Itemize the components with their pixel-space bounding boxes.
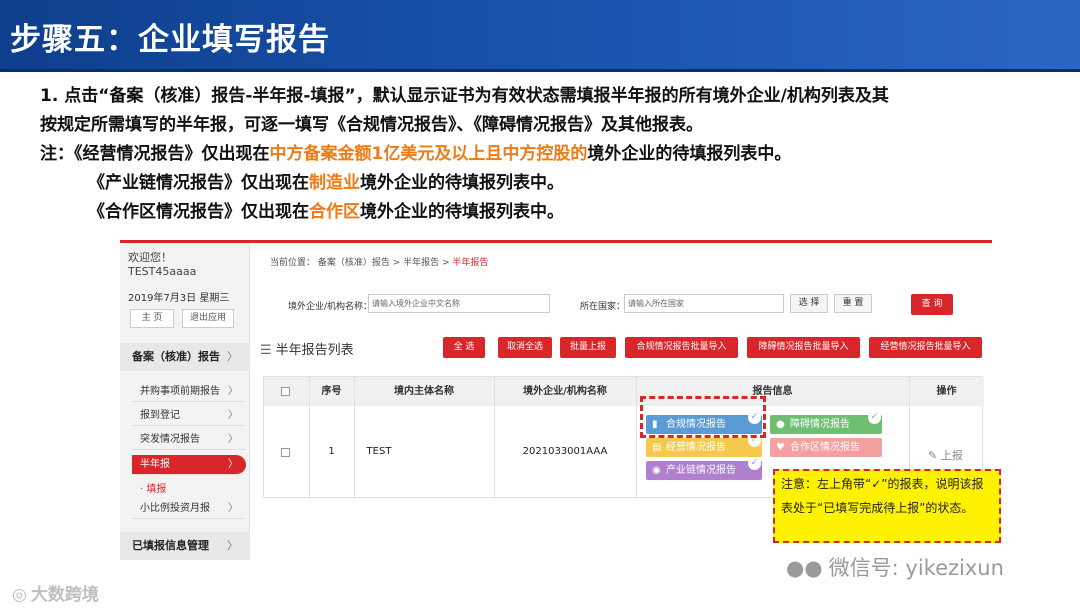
callout-note: 注意：左上角带“✓”的报表，说明该报表处于“已填写完成待上报”的状态。 <box>773 469 1001 543</box>
edit-icon: ✎ <box>928 449 941 462</box>
logout-button[interactable]: 退出应用 <box>182 309 234 328</box>
sidebar-item-merger[interactable]: 并购事项前期报告〉 <box>132 382 246 402</box>
chart-icon: ▤ <box>652 442 662 453</box>
brand-watermark: ◎ 大数跨境 <box>12 585 99 605</box>
company-label: 境外企业/机构名称： <box>288 302 373 312</box>
sidebar-item-halfyear[interactable]: 半年报〉 <box>132 455 246 475</box>
sidebar-item-register[interactable]: 报到登记〉 <box>132 406 246 426</box>
slide-title: 步骤五：企业填写报告 <box>10 22 330 58</box>
note-line-2: 《产业链情况报告》仅出现在制造业境外企业的待填报列表中。 <box>88 173 564 193</box>
sidebar-subitem-fill[interactable]: · 填报 <box>140 480 166 495</box>
sidebar-group-filing[interactable]: 备案（核准）报告〉 <box>120 343 250 371</box>
operation-import-button[interactable]: 经营情况报告批量导入 <box>869 337 982 358</box>
info-icon: ● <box>776 419 785 430</box>
list-title: ☰ 半年报告列表 <box>260 343 354 358</box>
company-input[interactable]: 请输入境外企业中文名称 <box>368 294 550 313</box>
circle-icon: ◉ <box>652 465 661 476</box>
header-domestic: 境内主体名称 <box>394 386 454 397</box>
obstacle-report-button[interactable]: ● 障碍情况报告 ✓ <box>770 411 882 434</box>
table-header: 序号 境内主体名称 境外企业/机构名称 报告信息 操作 <box>264 377 984 406</box>
heart-icon: ♥ <box>776 442 785 453</box>
brand-logo-icon: ◎ <box>12 585 27 605</box>
intro-line-1: 1. 点击“备案（核准）报告-半年报-填报”，默认显示证书为有效状态需填报半年报… <box>40 86 889 106</box>
select-all-button[interactable]: 全 选 <box>443 337 485 358</box>
row-index: 1 <box>328 446 335 457</box>
chevron-right-icon: 〉 <box>228 410 238 421</box>
country-input[interactable]: 请输入所在国家 <box>624 294 784 313</box>
highlight-box <box>640 396 766 438</box>
highlight-text: 制造业 <box>309 173 360 193</box>
wechat-icon: ●● <box>786 556 823 580</box>
note-line-3: 《合作区情况报告》仅出现在合作区境外企业的待填报列表中。 <box>88 202 564 222</box>
highlight-text: 中方备案金额1亿美元及以上且中方控股的 <box>269 144 588 164</box>
sidebar-item-monthly[interactable]: 小比例投资月报〉 <box>132 499 246 519</box>
sidebar: 欢迎您！ TEST45aaaa 2019年7月3日 星期三 主 页 退出应用 备案… <box>120 243 250 560</box>
check-icon: ✓ <box>748 457 761 470</box>
select-all-checkbox[interactable] <box>281 387 290 396</box>
row-domestic: TEST <box>366 446 392 457</box>
slide-header: 步骤五：企业填写报告 <box>0 0 1080 72</box>
operation-report-button[interactable]: ▤ 经营情况报告 ✓ <box>646 434 762 457</box>
chevron-right-icon: 〉 <box>228 386 238 397</box>
reset-button[interactable]: 重 置 <box>834 294 872 313</box>
chevron-right-icon: 〉 <box>228 503 238 514</box>
select-button[interactable]: 选 择 <box>790 294 828 313</box>
list-icon: ☰ <box>260 343 272 358</box>
compliance-import-button[interactable]: 合规情况报告批量导入 <box>625 337 738 358</box>
breadcrumb: 当前位置： 备案（核准）报告 > 半年报告 > 半年报告 <box>270 258 489 268</box>
wechat-watermark: ●● 微信号: yikezixun <box>786 556 1004 580</box>
row-overseas: 2021033001AAA <box>522 446 608 457</box>
row-checkbox[interactable] <box>281 448 290 457</box>
chevron-right-icon: 〉 <box>228 434 238 445</box>
check-icon: ✓ <box>868 411 881 424</box>
batch-submit-button[interactable]: 批量上报 <box>560 337 616 358</box>
search-button[interactable]: 查 询 <box>911 294 953 315</box>
chevron-right-icon: 〉 <box>228 459 238 470</box>
chevron-right-icon: 〉 <box>227 350 238 363</box>
cooperation-zone-report-button[interactable]: ♥ 合作区情况报告 <box>770 438 882 457</box>
note-line-1: 注：《经营情况报告》仅出现在中方备案金额1亿美元及以上且中方控股的境外企业的待填… <box>40 144 792 164</box>
home-button[interactable]: 主 页 <box>130 309 174 328</box>
upload-button[interactable]: ✎ 上报 <box>928 447 963 463</box>
industry-chain-report-button[interactable]: ◉ 产业链情况报告 ✓ <box>646 457 762 480</box>
chevron-right-icon: 〉 <box>227 539 238 552</box>
deselect-all-button[interactable]: 取消全选 <box>498 337 552 358</box>
intro-text: 1. 点击“备案（核准）报告-半年报-填报”，默认显示证书为有效状态需填报半年报… <box>40 82 1070 227</box>
highlight-text: 合作区 <box>309 202 360 222</box>
header-overseas: 境外企业/机构名称 <box>523 386 607 397</box>
date-text: 2019年7月3日 星期三 <box>128 293 230 304</box>
intro-line-2: 按规定所需填写的半年报，可逐一填写《合规情况报告》、《障碍情况报告》及其他报表。 <box>40 115 703 135</box>
welcome-text: 欢迎您！ TEST45aaaa <box>128 251 197 278</box>
sidebar-group-filed[interactable]: 已填报信息管理〉 <box>120 532 250 560</box>
header-index: 序号 <box>321 386 342 397</box>
header-actions: 操作 <box>936 386 957 397</box>
country-label: 所在国家： <box>580 302 626 312</box>
sidebar-item-emergency[interactable]: 突发情况报告〉 <box>132 430 246 450</box>
obstacle-import-button[interactable]: 障碍情况报告批量导入 <box>747 337 860 358</box>
